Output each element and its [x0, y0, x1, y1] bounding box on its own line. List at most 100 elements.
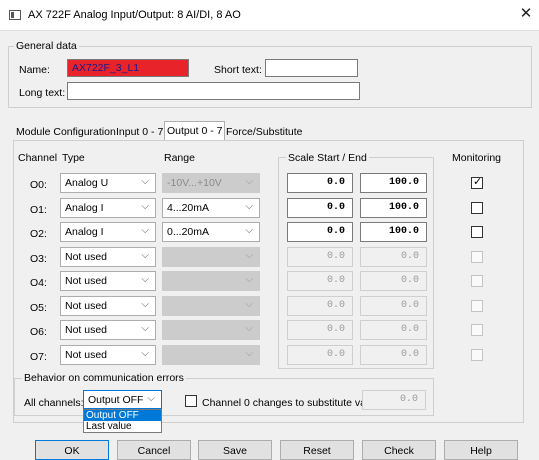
- header-scale: Scale Start / End: [286, 152, 369, 164]
- chevron-down-icon: ⌵: [141, 225, 149, 236]
- help-button[interactable]: Help: [444, 440, 518, 460]
- type-value: Not used: [65, 251, 108, 263]
- header-range: Range: [164, 152, 195, 164]
- chevron-down-icon: ⌵: [141, 250, 149, 261]
- range-select: ⌵: [162, 247, 260, 267]
- type-select[interactable]: Not used ⌵: [60, 345, 156, 365]
- monitoring-checkbox: [471, 300, 483, 312]
- scale-end-field[interactable]: 100.0: [360, 198, 427, 218]
- scale-end-field[interactable]: 100.0: [360, 222, 427, 242]
- all-channels-selected: Output OFF: [88, 394, 144, 406]
- chevron-down-icon: ⌵: [141, 201, 149, 212]
- type-select[interactable]: Not used ⌵: [60, 320, 156, 340]
- type-select[interactable]: Analog U ⌵: [60, 173, 156, 193]
- chevron-down-icon: ⌵: [141, 348, 149, 359]
- header-channel: Channel: [18, 152, 58, 164]
- type-select[interactable]: Not used ⌵: [60, 296, 156, 316]
- type-value: Analog I: [65, 226, 104, 238]
- tab-output-0-7[interactable]: Output 0 - 7: [164, 121, 226, 140]
- long-text-field[interactable]: [67, 82, 360, 100]
- behavior-label: Behavior on communication errors: [22, 372, 186, 384]
- chevron-down-icon: ⌵: [245, 299, 253, 310]
- check-icon: ✓: [473, 176, 483, 188]
- monitoring-checkbox[interactable]: [471, 226, 483, 238]
- tab-force-substitute[interactable]: Force/Substitute: [224, 124, 304, 140]
- chevron-down-icon: ⌵: [141, 274, 149, 285]
- type-value: Not used: [65, 324, 108, 336]
- channel-label: O1:: [30, 204, 47, 216]
- channel-label: O6:: [30, 326, 47, 338]
- scale-start-field: 0.0: [287, 345, 353, 365]
- close-icon[interactable]: ✕: [517, 5, 535, 23]
- scale-start-field[interactable]: 0.0: [287, 173, 353, 193]
- channel-label: O7:: [30, 351, 47, 363]
- chevron-down-icon: ⌵: [141, 176, 149, 187]
- scale-end-field: 0.0: [360, 345, 427, 365]
- scale-end-field[interactable]: 100.0: [360, 173, 427, 193]
- monitoring-checkbox[interactable]: [471, 202, 483, 214]
- dropdown-option-output-off[interactable]: Output OFF: [84, 410, 161, 421]
- cancel-button[interactable]: Cancel: [117, 440, 191, 460]
- all-channels-select[interactable]: Output OFF ⌵: [83, 390, 162, 409]
- name-label: Name:: [19, 64, 50, 76]
- channel-label: O4:: [30, 277, 47, 289]
- check-button[interactable]: Check: [362, 440, 436, 460]
- monitoring-checkbox[interactable]: ✓: [471, 176, 483, 189]
- type-select[interactable]: Analog I ⌵: [60, 198, 156, 218]
- substitute-checkbox[interactable]: [185, 395, 197, 407]
- monitoring-checkbox: [471, 349, 483, 361]
- type-value: Not used: [65, 300, 108, 312]
- name-field[interactable]: AX722F_3_L1: [67, 59, 189, 77]
- type-value: Analog I: [65, 202, 104, 214]
- app-icon: [9, 10, 21, 20]
- range-value: 0...20mA: [167, 226, 210, 238]
- dropdown-option-last-value[interactable]: Last value: [84, 421, 161, 432]
- range-select: ⌵: [162, 296, 260, 316]
- type-select[interactable]: Not used ⌵: [60, 271, 156, 291]
- tab-input-0-7[interactable]: Input 0 - 7: [114, 124, 165, 140]
- chevron-down-icon: ⌵: [141, 299, 149, 310]
- chevron-down-icon: ⌵: [245, 348, 253, 359]
- channel-label: O5:: [30, 302, 47, 314]
- save-button[interactable]: Save: [198, 440, 272, 460]
- reset-button[interactable]: Reset: [280, 440, 354, 460]
- monitoring-checkbox: [471, 324, 483, 336]
- scale-end-field: 0.0: [360, 320, 427, 340]
- chevron-down-icon: ⌵: [245, 274, 253, 285]
- short-text-field[interactable]: [265, 59, 358, 77]
- type-select[interactable]: Analog I ⌵: [60, 222, 156, 242]
- range-select: -10V...+10V ⌵: [162, 173, 260, 193]
- substitute-value-field: 0.0: [362, 390, 426, 410]
- range-select[interactable]: 4...20mA ⌵: [162, 198, 260, 218]
- chevron-down-icon: ⌵: [245, 250, 253, 261]
- type-value: Not used: [65, 349, 108, 361]
- ok-button[interactable]: OK: [35, 440, 109, 460]
- scale-end-field: 0.0: [360, 247, 427, 267]
- scale-start-field: 0.0: [287, 320, 353, 340]
- chevron-down-icon: ⌵: [141, 323, 149, 334]
- scale-start-field[interactable]: 0.0: [287, 198, 353, 218]
- scale-start-field: 0.0: [287, 296, 353, 316]
- channel-label: O2:: [30, 228, 47, 240]
- scale-start-field: 0.0: [287, 271, 353, 291]
- all-channels-dropdown-list: Output OFF Last value: [83, 409, 162, 433]
- header-type: Type: [62, 152, 85, 164]
- monitoring-checkbox: [471, 251, 483, 263]
- scale-end-field: 0.0: [360, 296, 427, 316]
- all-channels-label: All channels:: [24, 397, 84, 409]
- scale-start-field[interactable]: 0.0: [287, 222, 353, 242]
- tab-module-configuration[interactable]: Module Configuration: [14, 124, 118, 140]
- monitoring-checkbox: [471, 275, 483, 287]
- long-text-label: Long text:: [19, 87, 66, 99]
- scale-start-field: 0.0: [287, 247, 353, 267]
- range-select: ⌵: [162, 345, 260, 365]
- type-select[interactable]: Not used ⌵: [60, 247, 156, 267]
- general-data-label: General data: [14, 40, 79, 52]
- channel-label: O3:: [30, 253, 47, 265]
- range-select[interactable]: 0...20mA ⌵: [162, 222, 260, 242]
- chevron-down-icon: ⌵: [147, 393, 155, 404]
- chevron-down-icon: ⌵: [245, 176, 253, 187]
- channel-label: O0:: [30, 179, 47, 191]
- type-value: Analog U: [65, 177, 109, 189]
- chevron-down-icon: ⌵: [245, 225, 253, 236]
